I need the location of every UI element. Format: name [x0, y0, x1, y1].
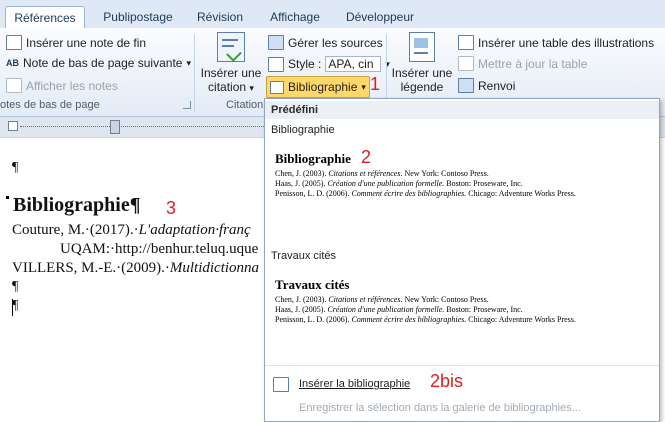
chevron-down-icon: ▾ [249, 83, 254, 93]
chevron-down-icon: ▾ [361, 81, 366, 92]
style-icon [268, 56, 284, 72]
insert-endnote-label: Insérer une note de fin [26, 35, 147, 50]
notes-icon [6, 78, 22, 93]
manage-sources-icon [268, 35, 284, 50]
insert-citation-button[interactable]: Insérer une citation ▾ [200, 32, 262, 95]
next-footnote-label: Note de bas de page suivante [23, 56, 183, 70]
manage-sources-label: Gérer les sources [288, 35, 383, 50]
bibliography-heading: Bibliographie¶ [13, 194, 141, 216]
bibliography-button[interactable]: Bibliographie ▾ [266, 76, 370, 98]
preview-entry: Chen, J. (2003). Citations et références… [275, 295, 489, 304]
bibliography-icon [270, 80, 284, 94]
bib-entry-2: VILLERS, M.-E.·(2009).·Multidictionna [12, 260, 259, 277]
ab-icon: AB [6, 58, 19, 68]
preview-entries: Chen, J. (2003). Citations et références… [275, 295, 576, 325]
tab-selector-icon[interactable] [8, 121, 18, 131]
indent-marker[interactable] [110, 120, 120, 134]
save-selection-label: Enregistrer la sélection dans la galerie… [299, 402, 581, 414]
update-table-label: Mettre à jour la table [478, 56, 588, 71]
tab-developer[interactable]: Développeur [340, 6, 420, 28]
citation-icon [217, 32, 245, 62]
bib-entry-1: Couture, M.·(2017).·L'adaptation·franç [12, 222, 251, 239]
preview-heading: Travaux cités [275, 277, 350, 292]
update-table-icon [458, 56, 474, 71]
preview-entry: Chen, J. (2003). Citations et références… [275, 169, 489, 178]
footnotes-group-label: otes de bas de page [0, 99, 100, 111]
preview-entry: Haas, J. (2005). Création d'une publicat… [275, 179, 523, 188]
bib-entry-1-title: L'adaptation·franç [138, 222, 251, 238]
preview-entries: Chen, J. (2003). Citations et références… [275, 169, 576, 199]
bib-entry-1-text: Couture, M.·(2017).· [12, 222, 139, 238]
next-footnote-button[interactable]: AB Note de bas de page suivante ▾ [6, 56, 191, 70]
insert-citation-label-2: citation [208, 80, 247, 94]
update-table-button[interactable]: Mettre à jour la table [458, 56, 587, 71]
style-label: Style : [288, 57, 322, 71]
paragraph-mark: ¶ [12, 160, 19, 175]
list-bullet [6, 196, 9, 199]
show-notes-label: Afficher les notes [26, 78, 118, 93]
show-notes-button[interactable]: Afficher les notes [6, 78, 118, 93]
table-of-figures-icon [458, 35, 474, 50]
manage-sources-button[interactable]: Gérer les sources [268, 35, 383, 50]
paragraph-mark: ¶ [12, 279, 19, 294]
bibliography-gallery-item[interactable]: Bibliographie Chen, J. (2003). Citations… [273, 143, 653, 243]
cross-reference-button[interactable]: Renvoi [458, 78, 515, 93]
bib-entry-2-text: VILLERS, M.-E.·(2009).· [12, 260, 170, 276]
annotation-2: 2 [361, 147, 372, 167]
insert-citation-label-1: Insérer une [200, 66, 262, 80]
caption-icon [409, 32, 435, 62]
tab-view[interactable]: Affichage [262, 6, 328, 28]
annotation-1: 1 [370, 74, 381, 94]
cross-reference-icon [458, 78, 474, 93]
tab-references[interactable]: Références [5, 6, 85, 30]
bibliography-label: Bibliographie [288, 80, 358, 94]
insert-bibliography-label: Insérer la bibliographie [299, 378, 411, 390]
text-cursor [12, 299, 13, 316]
preview-entry: Penisson, L. D. (2006). Comment écrire d… [275, 189, 576, 198]
section-predefined: Prédéfini [265, 101, 659, 119]
dialog-launcher-icon[interactable] [183, 101, 191, 109]
preview-heading: Bibliographie [275, 151, 351, 166]
insert-bibliography-icon [273, 377, 289, 392]
chevron-down-icon: ▾ [186, 57, 191, 68]
insert-endnote-button[interactable]: Insérer une note de fin [6, 35, 146, 50]
insert-caption-label-1: Insérer une [391, 66, 453, 80]
save-selection-menu-item[interactable]: Enregistrer la sélection dans la galerie… [265, 397, 659, 419]
works-cited-gallery-item[interactable]: Travaux cités Chen, J. (2003). Citations… [273, 269, 653, 359]
citations-group-label: Citation [226, 99, 264, 111]
gallery-title-works-cited: Travaux cités [271, 250, 337, 262]
style-dropdown[interactable]: APA, cin [325, 56, 382, 72]
insert-table-of-figures-button[interactable]: Insérer une table des illustrations [458, 35, 654, 50]
endnote-icon [6, 35, 22, 50]
ribbon-tab-strip: Références Publipostage Révision Afficha… [0, 0, 665, 30]
bibliography-dropdown[interactable]: Prédéfini Bibliographie Bibliographie Ch… [264, 98, 660, 422]
annotation-2bis: 2bis [430, 371, 464, 391]
insert-table-of-figures-label: Insérer une table des illustrations [478, 35, 655, 50]
bib-entry-1-url: UQAM:·http://benhur.teluq.uque [60, 241, 259, 257]
insert-caption-label-2: légende [400, 80, 444, 94]
tab-mailings[interactable]: Publipostage [98, 6, 178, 28]
cross-reference-label: Renvoi [478, 78, 516, 93]
style-selector[interactable]: Style : APA, cin ▾ [268, 56, 390, 72]
gallery-title-bibliography: Bibliographie [271, 124, 335, 136]
menu-divider [265, 365, 659, 366]
group-separator [194, 34, 195, 112]
tab-review[interactable]: Révision [190, 6, 250, 28]
annotation-3: 3 [166, 198, 177, 218]
insert-caption-button[interactable]: Insérer une légende [390, 32, 454, 94]
preview-entry: Haas, J. (2005). Création d'une publicat… [275, 305, 523, 314]
bib-entry-2-title: Multidictionna [169, 260, 260, 276]
preview-entry: Penisson, L. D. (2006). Comment écrire d… [275, 315, 576, 324]
